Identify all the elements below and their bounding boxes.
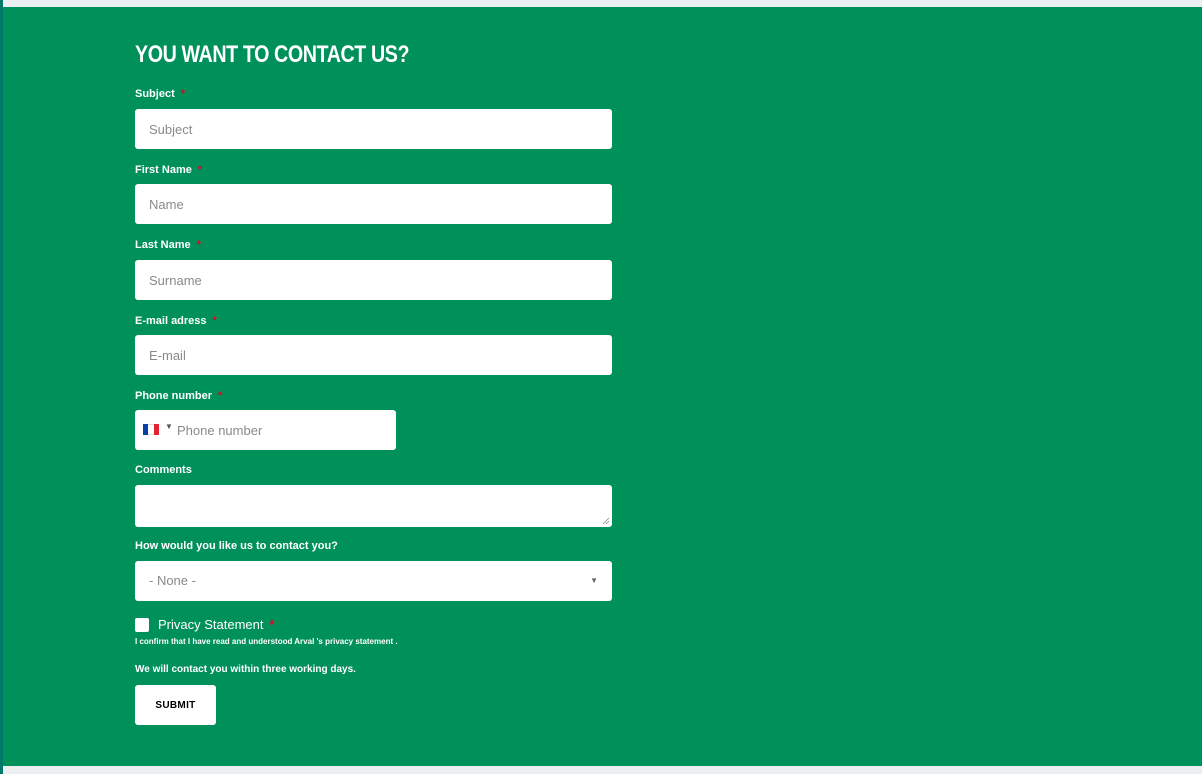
privacy-statement-label: Privacy Statement * <box>158 617 275 632</box>
required-mark: * <box>218 390 223 402</box>
email-input[interactable] <box>135 335 612 375</box>
caret-down-icon: ▼ <box>590 576 598 585</box>
last-name-label-text: Last Name <box>135 239 191 251</box>
email-label: E-mail adress * <box>135 315 217 327</box>
resize-handle-icon[interactable] <box>602 517 610 525</box>
phone-label-text: Phone number <box>135 390 213 402</box>
comments-label: Comments <box>135 464 192 476</box>
required-mark: * <box>180 88 186 100</box>
required-mark: * <box>197 164 203 176</box>
subject-input[interactable] <box>135 109 612 149</box>
required-mark: * <box>196 239 201 251</box>
subject-label-text: Subject <box>135 88 175 100</box>
required-mark: * <box>269 617 275 632</box>
contact-method-selected: - None - <box>149 573 196 588</box>
contact-method-select[interactable]: - None - ▼ <box>135 561 612 601</box>
comments-textarea[interactable] <box>135 485 612 527</box>
france-flag-icon[interactable] <box>143 424 159 435</box>
comments-wrap <box>135 485 612 527</box>
page: YOU WANT TO CONTACT US? Subject * First N… <box>0 0 1202 774</box>
country-caret-down-icon[interactable]: ▼ <box>165 422 173 431</box>
first-name-label-text: First Name <box>135 164 192 176</box>
form-title: YOU WANT TO CONTACT US? <box>135 41 410 68</box>
contact-method-label: How would you like us to contact you? <box>135 540 338 552</box>
last-name-input[interactable] <box>135 260 612 300</box>
subject-label: Subject * <box>135 88 185 100</box>
submit-button[interactable]: SUBMIT <box>135 685 216 725</box>
privacy-confirmation-note: I confirm that I have read and understoo… <box>135 637 398 646</box>
first-name-input[interactable] <box>135 184 612 224</box>
last-name-label: Last Name * <box>135 239 201 251</box>
required-mark: * <box>212 315 217 327</box>
phone-field: ▼ <box>135 410 396 450</box>
contact-timing-note: We will contact you within three working… <box>135 664 356 675</box>
first-name-label: First Name * <box>135 164 202 176</box>
email-label-text: E-mail adress <box>135 315 207 327</box>
privacy-checkbox[interactable] <box>135 618 149 632</box>
privacy-statement-text: Privacy Statement <box>158 617 264 632</box>
phone-input[interactable] <box>177 410 387 450</box>
phone-label: Phone number * <box>135 390 222 402</box>
contact-panel: YOU WANT TO CONTACT US? Subject * First N… <box>3 7 1202 766</box>
